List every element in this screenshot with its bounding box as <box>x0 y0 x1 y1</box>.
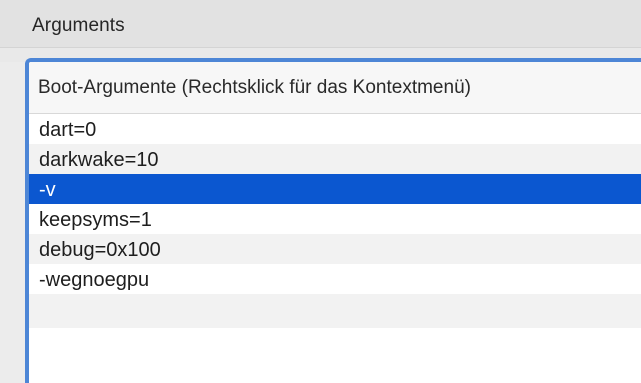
boot-arguments-table[interactable]: Boot-Argumente (Rechtsklick für das Kont… <box>25 58 641 383</box>
table-row[interactable]: keepsyms=1 <box>29 204 641 234</box>
table-row-empty[interactable] <box>29 294 641 328</box>
table-row[interactable]: dart=0 <box>29 114 641 144</box>
row-value: keepsyms=1 <box>39 209 152 231</box>
row-value: dart=0 <box>39 119 97 141</box>
table-column-header[interactable]: Boot-Argumente (Rechtsklick für das Kont… <box>29 62 641 114</box>
row-value: debug=0x100 <box>39 239 161 261</box>
section-header: Arguments <box>0 0 641 48</box>
column-header-label: Boot-Argumente (Rechtsklick für das Kont… <box>38 77 471 98</box>
table-rows: dart=0 darkwake=10 -v keepsyms=1 debug=0… <box>29 114 641 328</box>
table-row[interactable]: -wegnoegpu <box>29 264 641 294</box>
table-row-selected[interactable]: -v <box>29 174 641 204</box>
table-row[interactable]: darkwake=10 <box>29 144 641 174</box>
arguments-window: Arguments Boot-Argumente (Rechtsklick fü… <box>0 0 641 383</box>
row-value: darkwake=10 <box>39 149 159 171</box>
row-value: -v <box>39 179 56 201</box>
row-value: -wegnoegpu <box>39 269 150 291</box>
section-title: Arguments <box>32 15 125 36</box>
table-row[interactable]: debug=0x100 <box>29 234 641 264</box>
